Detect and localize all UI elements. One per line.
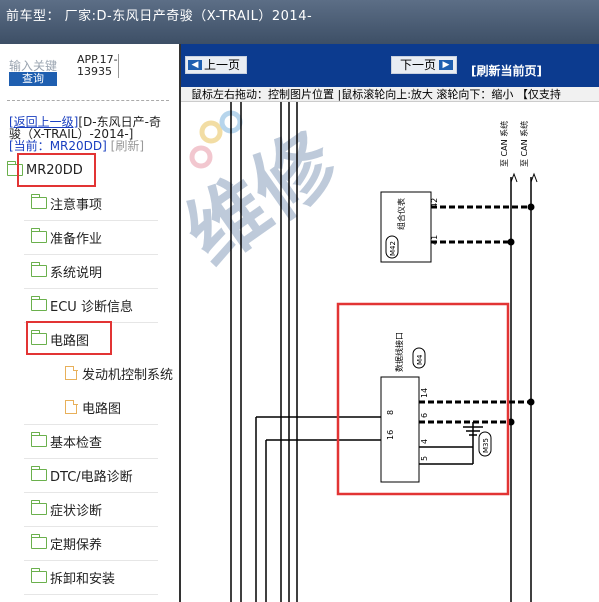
tree-item[interactable]: 症状诊断 [30,499,103,519]
connector-m4-label: M4 [416,354,424,365]
divider [7,100,169,101]
tree-item-label: 注意事项 [50,197,103,213]
pin-label: 5 [420,456,429,461]
page-title: 前车型： 厂家:D-东风日产奇骏（X-TRAIL）2014- [6,9,313,24]
tree-item[interactable]: 准备作业 [30,227,103,247]
tree-item-label: 拆卸和安装 [50,571,116,587]
folder-icon [30,296,47,311]
folder-icon [30,194,47,209]
divider [24,594,158,595]
prev-page-button[interactable]: ◀ 上一页 [185,56,248,74]
can-label: 至 CAN 系统 [499,121,509,167]
arrow-right-icon: ▶ [439,60,454,70]
wiring-diagram[interactable]: 维修 组合仪表 M42 42 41 至 CAN 系统 至 CAN 系统 数据线接… [181,102,599,602]
prev-page-label: 上一页 [204,58,241,72]
tree-item[interactable]: 注意事项 [30,193,103,213]
refresh-link[interactable]: [刷新] [111,139,144,153]
tree-item-label: 电路图 [82,401,122,417]
tree-item-label: 准备作业 [50,231,103,247]
pin-label: 16 [386,430,395,440]
current-label: [当前： [9,139,50,153]
ground-connector-label: M35 [482,438,490,453]
can-label: 至 CAN 系统 [519,121,529,167]
pin-label: 8 [386,410,395,415]
folder-icon [30,466,47,481]
tree-item[interactable]: 系统说明 [30,261,103,281]
tree-item-label: DTC/电路诊断 [50,469,133,485]
divider [24,492,158,493]
breadcrumb: [返回上一级][D-东风日产-奇骏（X-TRAIL）-2014-] [当前：MR… [9,116,169,152]
highlight-box-circuit [26,321,112,355]
tree-subitem[interactable]: 电路图 [65,397,121,417]
divider [24,424,158,425]
document-icon [65,365,78,380]
divider [24,560,158,561]
combination-meter-label: 组合仪表 [396,198,406,230]
tree-item[interactable]: 定期保养 [30,533,103,553]
divider [24,220,158,221]
arrow-left-icon: ◀ [188,60,202,70]
pin-label: 6 [420,413,429,418]
tree-subitem[interactable]: 发动机控制系统 [65,363,173,383]
app-code: APP.17-13935 [77,53,119,78]
refresh-page-link[interactable]: [刷新当前页] [471,62,542,79]
divider [24,458,158,459]
pin-label: 14 [420,388,429,398]
next-page-button[interactable]: 下一页 ▶ [391,56,458,74]
sidebar: 输入关键 查询 APP.17-13935 [返回上一级][D-东风日产-奇骏（X… [0,44,179,602]
tree-item-label: 系统说明 [50,265,103,281]
viewer-toolbar: ◀ 上一页 下一页 ▶ [刷新当前页] [181,44,599,87]
folder-icon [30,500,47,515]
tree-item-label: 基本检查 [50,435,103,451]
highlight-box-dlc [336,302,510,496]
divider [24,526,158,527]
document-icon [65,399,78,414]
search-button[interactable]: 查询 [9,72,57,86]
current-node: MR20DD] [49,139,107,153]
folder-icon [30,534,47,549]
tree-item[interactable]: 基本检查 [30,431,103,451]
pin-label: 4 [420,439,429,444]
data-link-connector-box [380,376,420,483]
usage-hint: 鼠标左右拖动：控制图片位置 |鼠标滚轮向上:放大 滚轮向下：缩小 【仅支持 [181,87,599,102]
can-wires [431,172,538,602]
divider [24,288,158,289]
tree-item[interactable]: 拆卸和安装 [30,567,116,587]
tree-item-label: ECU 诊断信息 [50,299,133,315]
connector-m42-label: M42 [389,241,397,256]
folder-icon [30,228,47,243]
folder-icon [30,568,47,583]
folder-icon [30,262,47,277]
highlight-box-root [17,153,96,187]
watermark: 维修 [181,110,354,283]
data-link-connector-label: 数据线接口 [394,332,404,372]
tree-item-label: 症状诊断 [50,503,103,519]
tree-item[interactable]: DTC/电路诊断 [30,465,133,485]
tree-item-label: 发动机控制系统 [82,367,174,383]
divider [24,254,158,255]
next-page-label: 下一页 [400,58,437,72]
title-bar: 前车型： 厂家:D-东风日产奇骏（X-TRAIL）2014- [0,0,599,44]
tree-item-label: 定期保养 [50,537,103,553]
folder-icon [30,432,47,447]
tree-item[interactable]: ECU 诊断信息 [30,295,133,315]
diagram-viewer: ◀ 上一页 下一页 ▶ [刷新当前页] 鼠标左右拖动：控制图片位置 |鼠标滚轮向… [179,44,599,602]
